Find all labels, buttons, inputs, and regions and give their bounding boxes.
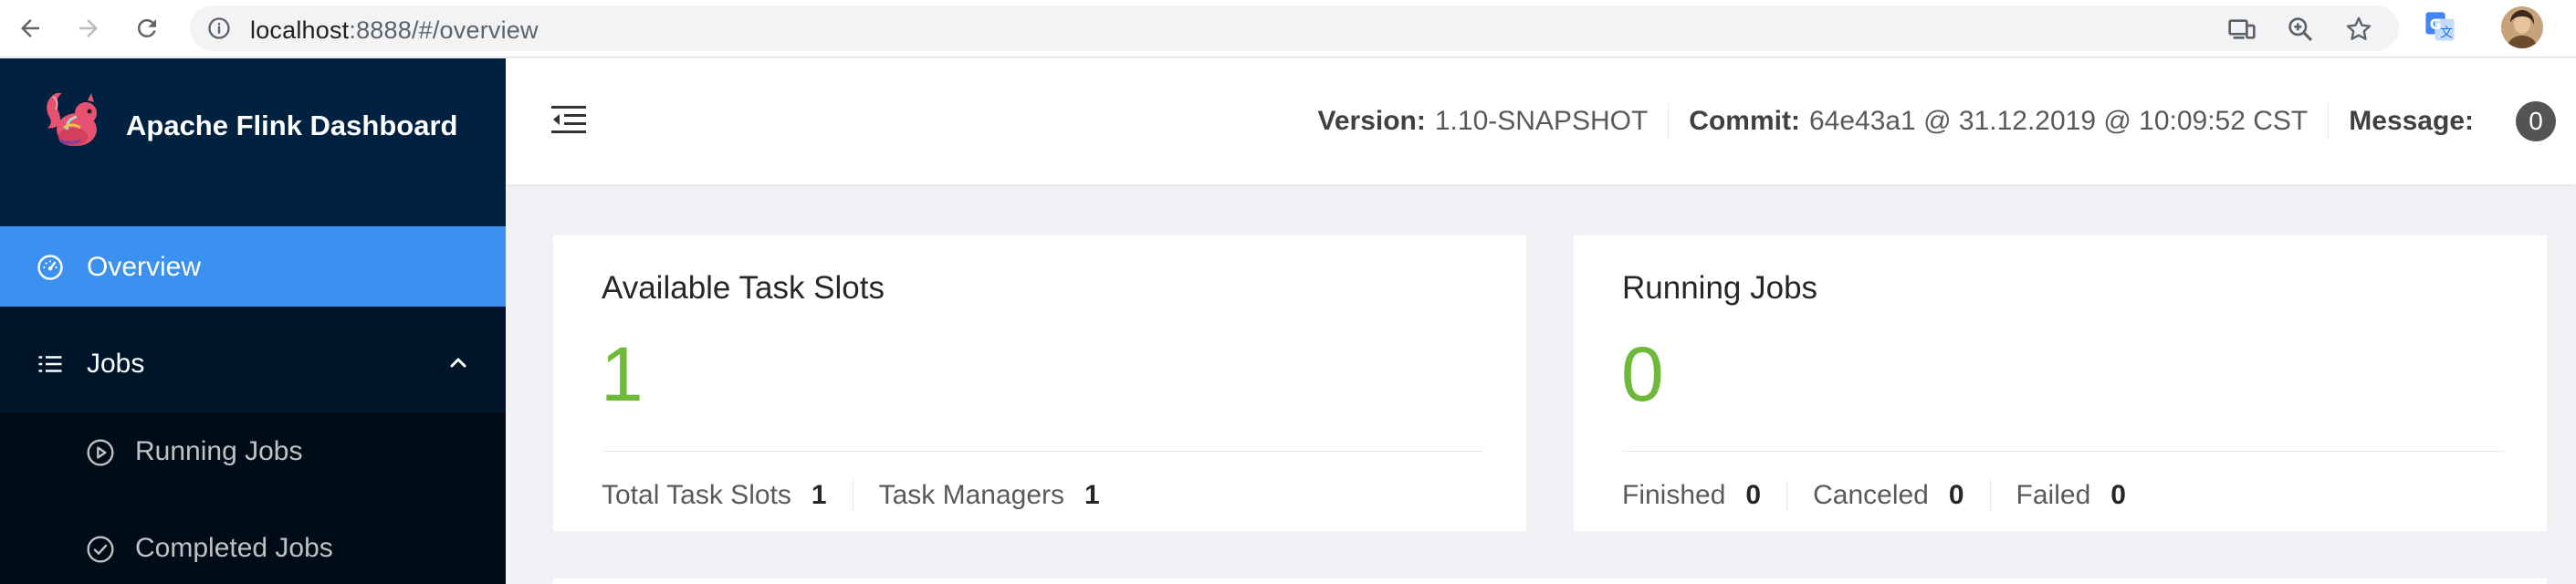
sidebar-subitem-label: Running Jobs (135, 436, 303, 466)
star-icon[interactable] (2344, 15, 2373, 44)
version-value: 1.10-SNAPSHOT (1434, 106, 1649, 136)
task-managers: Task Managers 1 (852, 480, 1100, 511)
finished-value: 0 (1745, 480, 1762, 510)
svg-text:文: 文 (2440, 26, 2453, 40)
failed-value: 0 (2110, 480, 2126, 510)
address-bar[interactable]: localhost:8888/#/overview (190, 5, 2399, 51)
next-card (553, 579, 2547, 584)
message-info[interactable]: Message: 0 (2328, 101, 2576, 141)
card-divider (1622, 451, 2504, 452)
total-slots-label: Total Task Slots (602, 480, 791, 510)
flink-squirrel-logo (47, 93, 97, 146)
commit-value: 64e43a1 @ 31.12.2019 @ 10:09:52 CST (1808, 106, 2309, 136)
finished-jobs: Finished 0 (1622, 480, 1761, 511)
dashboard-icon (37, 255, 63, 280)
total-slots-value: 1 (811, 480, 827, 510)
brand-title: Apache Flink Dashboard (126, 110, 458, 141)
reload-icon[interactable] (126, 7, 168, 49)
card-divider (602, 451, 1483, 452)
menu-fold-icon[interactable] (551, 104, 586, 135)
sidebar-item-label: Overview (87, 252, 202, 282)
canceled-value: 0 (1948, 480, 1964, 510)
card-footer: Total Task Slots 1 Task Managers 1 (602, 480, 1100, 511)
sidebar-item-jobs[interactable]: Jobs (0, 323, 506, 403)
total-slots: Total Task Slots 1 (602, 480, 827, 511)
card-footer: Finished 0 Canceled 0 Failed 0 (1622, 480, 2126, 511)
sidebar-item-completed-jobs[interactable]: Completed Jobs (0, 509, 506, 584)
jobs-submenu: Running Jobs Completed Jobs (0, 412, 506, 584)
url-text[interactable]: localhost:8888/#/overview (250, 16, 539, 45)
running-jobs-card: Running Jobs 0 Finished 0 Canceled 0 Fai… (1574, 235, 2547, 531)
list-icon (38, 356, 62, 372)
sidebar-item-running-jobs[interactable]: Running Jobs (0, 412, 506, 493)
task-managers-label: Task Managers (878, 480, 1065, 510)
url-path: :8888/#/overview (349, 16, 539, 44)
info-icon[interactable] (206, 16, 232, 41)
brand[interactable]: Apache Flink Dashboard (0, 58, 506, 226)
profile-avatar[interactable] (2501, 6, 2543, 48)
available-slots-value: 1 (601, 331, 644, 417)
translate-icon[interactable]: G 文 (2424, 11, 2456, 42)
chevron-up-icon[interactable] (447, 352, 469, 374)
card-title: Available Task Slots (602, 270, 885, 306)
version-info: Version: 1.10-SNAPSHOT (1298, 103, 1669, 140)
top-header: Version: 1.10-SNAPSHOT Commit: 64e43a1 @… (506, 58, 2576, 184)
message-label: Message: (2349, 106, 2474, 136)
sidebar-item-label: Jobs (87, 349, 145, 379)
canceled-jobs: Canceled 0 (1786, 480, 1964, 511)
failed-jobs: Failed 0 (1989, 480, 2126, 511)
back-icon[interactable] (9, 7, 51, 49)
check-circle-icon (87, 536, 114, 563)
url-host: localhost (250, 16, 350, 44)
task-slots-card: Available Task Slots 1 Total Task Slots … (553, 235, 1526, 531)
cast-icon[interactable] (2227, 15, 2257, 44)
canceled-label: Canceled (1813, 480, 1929, 510)
header-meta: Version: 1.10-SNAPSHOT Commit: 64e43a1 @… (1298, 58, 2576, 184)
finished-label: Finished (1622, 480, 1726, 510)
sidebar-subitem-label: Completed Jobs (135, 533, 333, 563)
zoom-icon[interactable] (2286, 15, 2315, 44)
play-circle-icon (87, 439, 114, 466)
card-title: Running Jobs (1622, 270, 1818, 306)
running-jobs-value: 0 (1621, 331, 1664, 417)
commit-info: Commit: 64e43a1 @ 31.12.2019 @ 10:09:52 … (1668, 103, 2328, 140)
sidebar: Apache Flink Dashboard Overview Jobs Run… (0, 58, 506, 584)
commit-label: Commit: (1689, 106, 1800, 136)
sidebar-item-overview[interactable]: Overview (0, 226, 506, 307)
browser-toolbar: localhost:8888/#/overview G 文 (0, 0, 2576, 57)
message-count-badge[interactable]: 0 (2516, 101, 2556, 141)
forward-icon[interactable] (68, 7, 110, 49)
task-managers-value: 1 (1084, 480, 1100, 510)
failed-label: Failed (2016, 480, 2091, 510)
version-label: Version: (1317, 106, 1426, 136)
